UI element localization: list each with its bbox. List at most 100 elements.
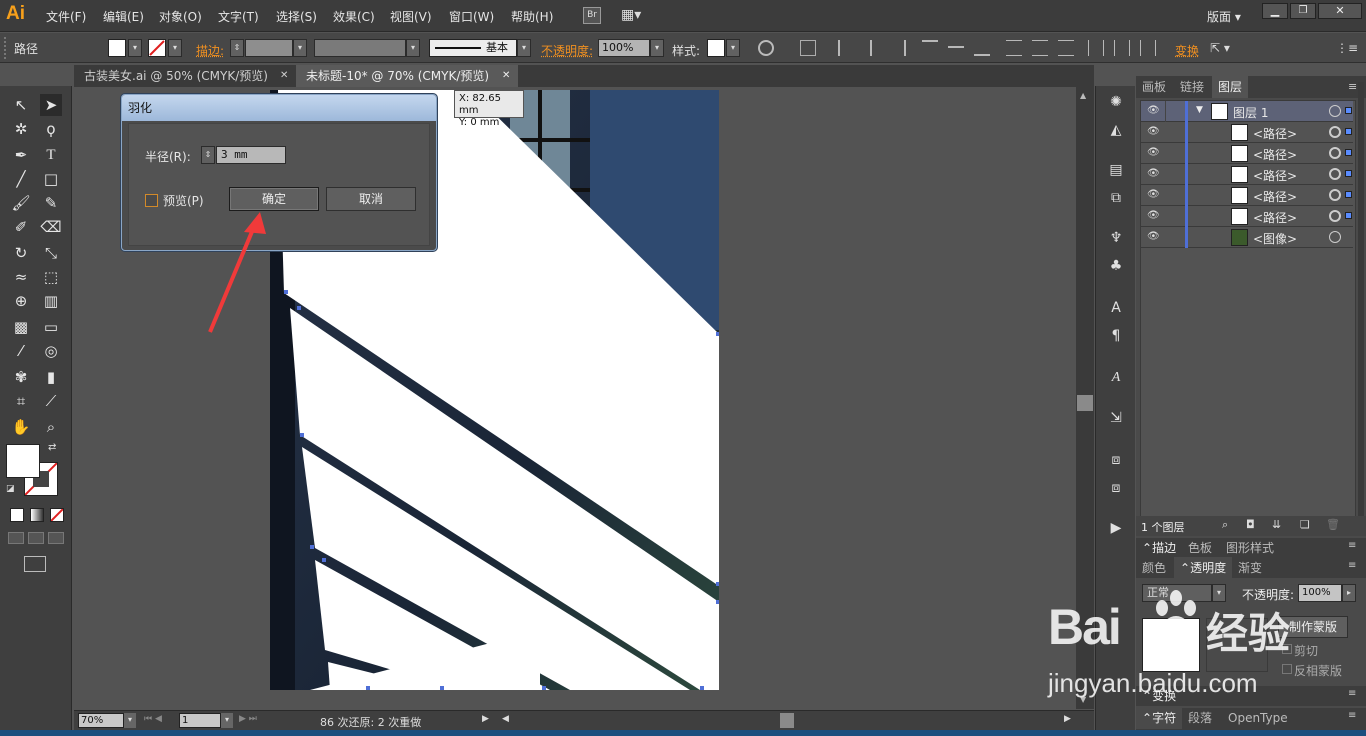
brush-dropdown[interactable]: ▾ (517, 39, 531, 57)
default-colors-icon[interactable]: ◪ (6, 484, 15, 494)
layer-row[interactable]: 👁 <路径> (1141, 122, 1353, 143)
align-bottom-icon[interactable] (974, 40, 990, 56)
zoom-field[interactable]: 70% (78, 713, 124, 728)
opacity-label[interactable]: 不透明度: (541, 42, 593, 59)
direct-selection-tool-icon[interactable]: ➤ (40, 94, 62, 116)
glyphs-icon[interactable]: A (1106, 368, 1126, 388)
eyedropper-tool-icon[interactable]: ⁄ (10, 340, 32, 362)
menu-file[interactable]: 文件(F) (46, 8, 86, 25)
visibility-eye-icon[interactable]: 👁 (1147, 189, 1161, 201)
none-mode-icon[interactable] (50, 508, 64, 522)
target-icon[interactable] (1329, 210, 1341, 222)
fill-swatch[interactable] (108, 39, 126, 57)
menu-select[interactable]: 选择(S) (276, 8, 317, 25)
pencil-tool-icon[interactable]: ✎ (40, 192, 62, 214)
color-guide-icon[interactable]: ✺ (1106, 92, 1126, 112)
hscroll-left-icon[interactable]: ◀ (502, 714, 509, 724)
zoom-tool-icon[interactable]: ⌕ (40, 416, 62, 438)
tab-paragraph[interactable]: 段落 (1182, 707, 1218, 729)
gradient-tool-icon[interactable]: ▭ (40, 316, 62, 338)
close-icon[interactable]: ✕ (280, 65, 288, 87)
panel-menu-icon[interactable]: ≡ (1348, 688, 1356, 699)
line-tool-icon[interactable]: ╱ (10, 168, 32, 190)
screen-mode-icon[interactable] (24, 556, 46, 572)
target-icon[interactable] (1329, 105, 1341, 117)
target-icon[interactable] (1329, 168, 1341, 180)
scale-tool-icon[interactable]: ⤡ (40, 242, 62, 264)
locate-object-icon[interactable]: ⌕ (1222, 518, 1228, 532)
align-to-icon[interactable] (800, 40, 816, 56)
tab-character[interactable]: ⌃字符 (1136, 707, 1183, 729)
radius-input[interactable]: 3 mm (216, 146, 286, 164)
rectangle-tool-icon[interactable]: □ (40, 168, 62, 190)
tab-layers[interactable]: 图层 (1212, 76, 1249, 98)
panel-menu-icon[interactable]: ≡ (1348, 560, 1356, 571)
target-icon[interactable] (1329, 231, 1341, 243)
pen-tool-icon[interactable]: ✒ (10, 144, 32, 166)
visibility-eye-icon[interactable]: 👁 (1147, 168, 1161, 180)
minimize-button[interactable]: ▁ (1262, 3, 1288, 19)
distribute-left-icon[interactable] (1088, 40, 1104, 56)
make-clipping-mask-icon[interactable]: ◘ (1246, 518, 1255, 531)
blob-brush-tool-icon[interactable]: ✐ (10, 216, 32, 238)
expand-triangle-icon[interactable]: ▼ (1196, 105, 1203, 115)
stroke-weight-field[interactable] (245, 39, 293, 57)
scroll-thumb[interactable] (1077, 395, 1093, 411)
distribute-top-icon[interactable] (1006, 40, 1022, 56)
close-icon[interactable]: ✕ (502, 65, 510, 87)
zoom-dropdown[interactable]: ▾ (124, 713, 136, 728)
delete-layer-icon[interactable]: 🗑 (1326, 518, 1340, 531)
width-tool-icon[interactable]: ≈ (10, 266, 32, 288)
artboard-number-field[interactable]: 1 (179, 713, 221, 728)
color-icon[interactable]: ◭ (1106, 120, 1126, 140)
graphic-style-dropdown[interactable]: ▾ (726, 39, 740, 57)
menu-type[interactable]: 文字(T) (218, 8, 259, 25)
target-icon[interactable] (1329, 126, 1341, 138)
layer-row[interactable]: 👁 <路径> (1141, 143, 1353, 164)
selection-indicator[interactable] (1345, 170, 1352, 177)
distribute-right-icon[interactable] (1140, 40, 1156, 56)
column-graph-tool-icon[interactable]: ▮ (40, 366, 62, 388)
swap-colors-icon[interactable]: ⇄ (48, 442, 56, 453)
align-icon[interactable]: ▤ (1106, 160, 1126, 180)
symbols-icon[interactable]: ♣ (1106, 256, 1126, 276)
pathfinder-icon[interactable]: ⧉ (1106, 188, 1126, 208)
cancel-button[interactable]: 取消 (326, 187, 416, 211)
menu-window[interactable]: 窗口(W) (449, 8, 494, 25)
artboards-icon[interactable]: ⧈ (1106, 450, 1126, 470)
gradient-mode-icon[interactable] (30, 508, 44, 522)
distribute-bottom-icon[interactable] (1058, 40, 1074, 56)
hscroll-right-icon[interactable]: ▶ (1064, 714, 1071, 724)
tab-links[interactable]: 链接 (1174, 76, 1210, 98)
visibility-eye-icon[interactable]: 👁 (1147, 210, 1161, 222)
visibility-eye-icon[interactable]: 👁 (1147, 231, 1161, 243)
type-tool-icon[interactable]: T (40, 144, 62, 166)
visibility-eye-icon[interactable]: 👁 (1147, 105, 1161, 117)
tab-color[interactable]: 颜色 (1136, 557, 1172, 579)
tab-document-1[interactable]: 古装美女.ai @ 50% (CMYK/预览) ✕ (74, 65, 296, 87)
tab-graphic-styles[interactable]: 图形样式 (1220, 537, 1280, 559)
hscroll-thumb[interactable] (780, 713, 794, 728)
layer-row[interactable]: 👁 <路径> (1141, 206, 1353, 227)
distribute-vcenter-icon[interactable] (1032, 40, 1048, 56)
export-icon[interactable]: ⇲ (1106, 408, 1126, 428)
align-right-icon[interactable] (890, 40, 906, 56)
close-window-button[interactable]: ✕ (1318, 3, 1362, 19)
menu-edit[interactable]: 编辑(E) (103, 8, 144, 25)
selection-tool-icon[interactable]: ↖ (10, 94, 32, 116)
paragraph-styles-icon[interactable]: ¶ (1106, 326, 1126, 346)
stroke-swatch[interactable] (148, 39, 166, 57)
bridge-button[interactable]: Br (583, 7, 601, 24)
transform-label[interactable]: 变换 (1175, 42, 1199, 59)
draw-normal-icon[interactable] (8, 532, 24, 544)
align-vcenter-icon[interactable] (948, 46, 964, 62)
target-icon[interactable] (1329, 147, 1341, 159)
brushes-icon[interactable]: ♆ (1106, 228, 1126, 248)
fill-dropdown[interactable]: ▾ (128, 39, 142, 57)
panel-menu-icon[interactable]: ≡ (1348, 540, 1356, 551)
magic-wand-tool-icon[interactable]: ✲ (10, 118, 32, 140)
panel-menu-icon[interactable]: ≡ (1348, 710, 1356, 721)
selection-indicator[interactable] (1345, 149, 1352, 156)
tab-document-2[interactable]: 未标题-10* @ 70% (CMYK/预览) ✕ (296, 65, 518, 87)
eraser-tool-icon[interactable]: ⌫ (40, 216, 62, 238)
